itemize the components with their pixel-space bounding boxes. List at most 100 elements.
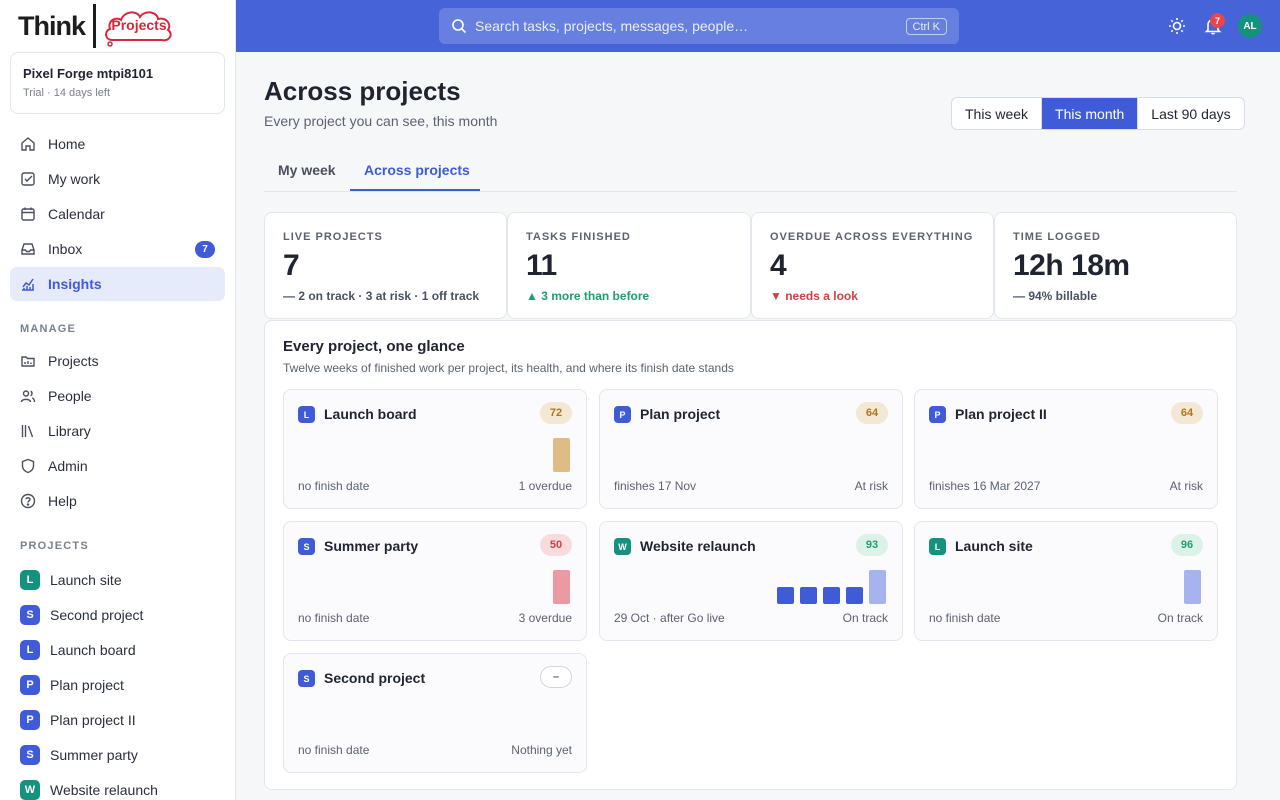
health-score-badge: 93	[856, 534, 888, 556]
project-name: Second project	[324, 670, 426, 686]
range-this-month-button[interactable]: This month	[1042, 98, 1139, 129]
top-bar: Search tasks, projects, messages, people…	[236, 0, 1280, 52]
panel-subtitle: Twelve weeks of finished work per projec…	[283, 361, 734, 375]
project-initial-chip: W	[20, 779, 40, 800]
nav-label: My work	[48, 171, 101, 187]
kpi-value: 7	[283, 249, 300, 282]
health-score-badge: –	[540, 666, 572, 688]
finish-date-label: finishes 17 Nov	[614, 479, 697, 493]
project-initial-chip: L	[929, 538, 946, 555]
project-initial-chip: P	[20, 674, 40, 695]
nav-help[interactable]: Help	[10, 484, 225, 518]
project-status-label: 1 overdue	[518, 479, 572, 493]
page-title: Across projects	[264, 76, 461, 106]
nav-label: Admin	[48, 458, 88, 474]
manage-section-label: MANAGE	[20, 323, 77, 335]
health-score-badge: 96	[1171, 534, 1203, 556]
health-score-badge: 64	[1171, 402, 1203, 424]
project-status-label: At risk	[1169, 479, 1203, 493]
project-initial-chip: P	[929, 406, 946, 423]
project-status-label: 3 overdue	[518, 611, 572, 625]
project-name: Plan project II	[955, 406, 1047, 422]
project-label: Plan project II	[50, 711, 136, 728]
user-avatar[interactable]: AL	[1238, 14, 1262, 38]
sidebar-project-launch-board[interactable]: L Launch board	[10, 632, 225, 667]
week-bar	[869, 570, 886, 604]
nav-library[interactable]: Library	[10, 414, 225, 448]
project-card-plan-project[interactable]: P Plan project 64 finishes 17 Nov At ris…	[599, 389, 903, 509]
people-icon	[20, 388, 36, 404]
sidebar-project-summer-party[interactable]: S Summer party	[10, 737, 225, 772]
week-bar	[1184, 570, 1201, 604]
finish-date-label: no finish date	[929, 611, 1001, 625]
nav-insights[interactable]: Insights	[10, 267, 225, 301]
project-card-summer-party[interactable]: S Summer party 50 no finish date 3 overd…	[283, 521, 587, 641]
project-label: Second project	[50, 606, 144, 623]
project-label: Summer party	[50, 746, 138, 763]
projects-nav: L Launch site S Second project L Launch …	[10, 562, 225, 800]
project-label: Launch site	[50, 571, 122, 588]
calendar-icon	[20, 206, 36, 222]
shield-icon	[20, 458, 36, 474]
nav-projects[interactable]: Projects	[10, 344, 225, 378]
nav-label: Calendar	[48, 206, 105, 222]
sidebar-project-second-project[interactable]: S Second project	[10, 597, 225, 632]
kpi-note: — 94% billable	[1013, 289, 1098, 303]
sidebar-project-website-relaunch[interactable]: W Website relaunch	[10, 772, 225, 800]
nav-admin[interactable]: Admin	[10, 449, 225, 483]
nav-label: Home	[48, 136, 86, 152]
project-initial-chip: S	[298, 670, 315, 687]
workspace-switcher[interactable]: Pixel Forge mtpi8101 Trial · 14 days lef…	[10, 52, 225, 114]
range-last-90-days-button[interactable]: Last 90 days	[1138, 98, 1243, 129]
workspace-status: Trial · 14 days left	[23, 87, 111, 99]
nav-people[interactable]: People	[10, 379, 225, 413]
finish-date-label: no finish date	[298, 611, 370, 625]
project-name: Website relaunch	[640, 538, 756, 554]
project-card-second-project[interactable]: S Second project – no finish date Nothin…	[283, 653, 587, 773]
inbox-count-badge: 7	[195, 241, 215, 258]
sidebar-project-plan-project[interactable]: P Plan project	[10, 667, 225, 702]
sidebar-project-launch-site[interactable]: L Launch site	[10, 562, 225, 597]
week-bar	[553, 438, 570, 472]
project-initial-chip: L	[298, 406, 315, 423]
nav-home[interactable]: Home	[10, 127, 225, 161]
kpi-label: TIME LOGGED	[1013, 231, 1101, 243]
kpi-label: OVERDUE ACROSS EVERYTHING	[770, 231, 974, 243]
theme-toggle-sun-icon[interactable]	[1167, 16, 1187, 36]
search-placeholder: Search tasks, projects, messages, people…	[475, 18, 749, 34]
range-this-week-button[interactable]: This week	[952, 98, 1043, 129]
project-initial-chip: S	[20, 604, 40, 625]
project-card-launch-board[interactable]: L Launch board 72 no finish date 1 overd…	[283, 389, 587, 509]
kpi-value: 4	[770, 249, 787, 282]
kpi-tasks-finished: TASKS FINISHED 11 ▲ 3 more than before	[507, 212, 751, 319]
product-name: Projects	[111, 17, 167, 33]
date-range-toggle: This week This month Last 90 days	[951, 97, 1245, 130]
view-tabs: My week Across projects	[264, 152, 1237, 192]
project-initial-chip: W	[614, 538, 631, 555]
project-card-plan-project-ii[interactable]: P Plan project II 64 finishes 16 Mar 202…	[914, 389, 1218, 509]
library-icon	[20, 423, 36, 439]
finish-date-label: no finish date	[298, 479, 370, 493]
nav-label: Inbox	[48, 241, 83, 257]
project-card-website-relaunch[interactable]: W Website relaunch 93 29 Oct · after Go …	[599, 521, 903, 641]
project-initial-chip: S	[20, 744, 40, 765]
nav-label: Insights	[48, 276, 102, 292]
tab-my-week[interactable]: My week	[278, 162, 336, 178]
checkbox-icon	[20, 171, 36, 187]
kpi-label: LIVE PROJECTS	[283, 231, 383, 243]
sidebar-project-plan-project-ii[interactable]: P Plan project II	[10, 702, 225, 737]
project-label: Website relaunch	[50, 781, 158, 798]
nav-my-work[interactable]: My work	[10, 162, 225, 196]
tab-across-projects[interactable]: Across projects	[364, 162, 470, 178]
search-icon	[451, 18, 467, 34]
nav-calendar[interactable]: Calendar	[10, 197, 225, 231]
search-input[interactable]: Search tasks, projects, messages, people…	[439, 8, 959, 44]
project-overview-panel: Every project, one glance Twelve weeks o…	[264, 320, 1237, 790]
manage-nav: Projects People Library Admin Help	[10, 344, 225, 519]
brand-logo[interactable]: Think Projects	[18, 4, 176, 48]
health-score-badge: 72	[540, 402, 572, 424]
week-bar	[777, 587, 794, 604]
nav-inbox[interactable]: Inbox 7	[10, 232, 225, 266]
help-icon	[20, 493, 36, 509]
project-card-launch-site[interactable]: L Launch site 96 no finish date On track	[914, 521, 1218, 641]
